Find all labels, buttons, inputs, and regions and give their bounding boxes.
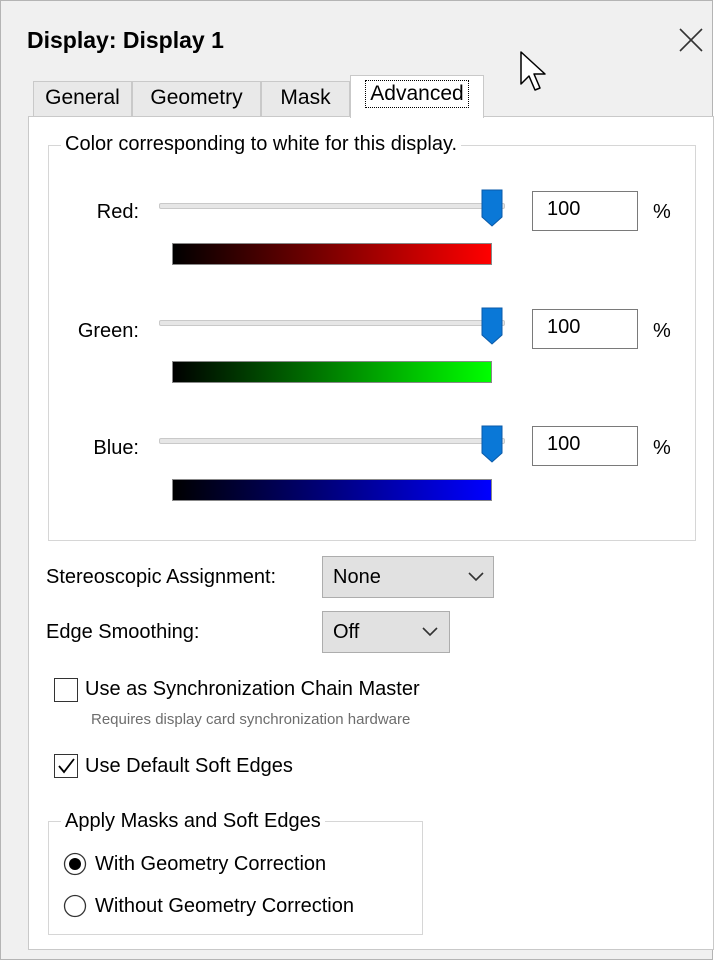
- red-value-input[interactable]: 100: [532, 191, 638, 231]
- stereoscopic-label: Stereoscopic Assignment:: [46, 566, 277, 588]
- tab-mask-label: Mask: [280, 86, 331, 109]
- edge-smoothing-label: Edge Smoothing:: [46, 621, 200, 643]
- tab-geometry[interactable]: Geometry: [132, 81, 261, 116]
- dialog-title: Display: Display 1: [27, 27, 224, 53]
- sync-master-hint: Requires display card synchronization ha…: [91, 711, 411, 728]
- stereoscopic-select[interactable]: None: [322, 556, 494, 598]
- tab-geometry-label: Geometry: [150, 86, 243, 109]
- soft-edges-checkbox[interactable]: [54, 754, 78, 778]
- sync-master-checkbox[interactable]: [54, 678, 78, 702]
- chevron-down-icon: [468, 572, 484, 582]
- soft-edges-label[interactable]: Use Default Soft Edges: [85, 755, 293, 778]
- blue-percent-unit: %: [653, 437, 671, 459]
- masks-group-title: Apply Masks and Soft Edges: [61, 810, 325, 833]
- display-dialog: Display: Display 1 General Geometry Mask…: [0, 0, 714, 960]
- advanced-tab-panel: Color corresponding to white for this di…: [28, 116, 714, 950]
- red-slider-thumb[interactable]: [481, 189, 503, 227]
- green-value-input[interactable]: 100: [532, 309, 638, 349]
- radio-with-geometry[interactable]: [63, 852, 87, 876]
- green-percent-unit: %: [653, 320, 671, 342]
- stereoscopic-value: None: [333, 566, 381, 588]
- mouse-pointer-icon: [520, 51, 546, 91]
- title-bar[interactable]: Display: Display 1: [1, 1, 712, 63]
- white-color-group-title: Color corresponding to white for this di…: [61, 133, 462, 156]
- edge-smoothing-value: Off: [333, 621, 360, 643]
- radio-without-geometry[interactable]: [63, 894, 87, 918]
- tab-general-label: General: [45, 86, 120, 109]
- close-icon[interactable]: [676, 25, 706, 55]
- green-slider-thumb[interactable]: [481, 307, 503, 345]
- red-percent-unit: %: [653, 201, 671, 223]
- sync-master-label[interactable]: Use as Synchronization Chain Master: [85, 678, 420, 701]
- with-geometry-label[interactable]: With Geometry Correction: [95, 853, 326, 876]
- edge-smoothing-select[interactable]: Off: [322, 611, 450, 653]
- blue-slider-track[interactable]: [159, 438, 505, 444]
- tab-advanced[interactable]: Advanced: [350, 75, 484, 118]
- tab-advanced-label: Advanced: [365, 80, 469, 108]
- chevron-down-icon: [422, 627, 438, 637]
- tab-mask[interactable]: Mask: [261, 81, 350, 116]
- blue-value-input[interactable]: 100: [532, 426, 638, 466]
- without-geometry-label[interactable]: Without Geometry Correction: [95, 895, 354, 918]
- tab-general[interactable]: General: [33, 81, 132, 116]
- red-slider-track[interactable]: [159, 203, 505, 209]
- red-label: Red:: [96, 201, 139, 223]
- green-label: Green:: [77, 320, 139, 342]
- blue-label: Blue:: [93, 437, 139, 459]
- blue-gradient-bar: [172, 479, 492, 501]
- green-gradient-bar: [172, 361, 492, 383]
- green-slider-track[interactable]: [159, 320, 505, 326]
- red-gradient-bar: [172, 243, 492, 265]
- checkmark-icon: [58, 758, 75, 774]
- blue-slider-thumb[interactable]: [481, 425, 503, 463]
